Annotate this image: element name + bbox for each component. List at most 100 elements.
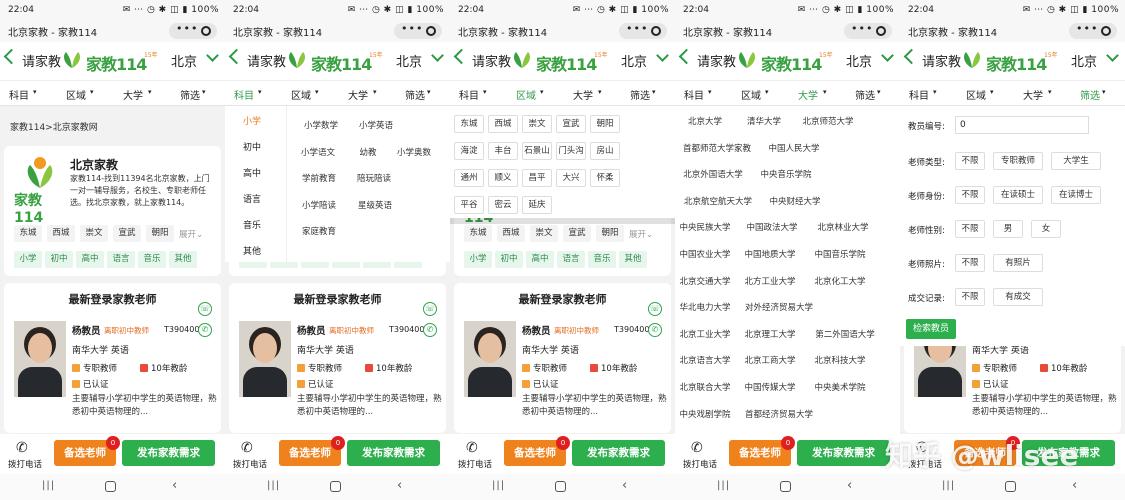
screen-option[interactable]: 在读博士 xyxy=(1051,186,1101,204)
grade-tag[interactable]: 语言 xyxy=(557,251,585,268)
filter-caret-icon[interactable]: ▾ xyxy=(540,88,544,96)
district-chip[interactable]: 石景山 xyxy=(522,142,552,160)
district-tag[interactable]: 东城 xyxy=(464,225,492,242)
phone-icon[interactable]: ✆ xyxy=(691,440,703,456)
expand-button[interactable]: 展开⌄ xyxy=(629,228,653,240)
filter-caret-icon[interactable]: ▾ xyxy=(1102,88,1106,96)
filter-caret-icon[interactable]: ▾ xyxy=(765,88,769,96)
filter-caret-icon[interactable]: ▾ xyxy=(33,88,37,96)
screen-option[interactable]: 男 xyxy=(993,220,1023,238)
grade-tag[interactable]: 高中 xyxy=(526,251,554,268)
university-chip[interactable]: 北京理工大学 xyxy=(740,326,800,345)
university-chip[interactable]: 北京航空航天大学 xyxy=(679,193,757,212)
filter-caret-icon[interactable]: ▾ xyxy=(598,88,602,96)
back-icon[interactable] xyxy=(228,48,245,65)
call-label[interactable]: 拨打电话 xyxy=(233,458,267,470)
call-label[interactable]: 拨打电话 xyxy=(458,458,492,470)
filter-2[interactable]: 大学 xyxy=(573,87,593,102)
university-chip[interactable]: 北京联合大学 xyxy=(679,380,731,398)
subject-chip[interactable]: 陪玩陪读 xyxy=(350,171,398,189)
recents-icon[interactable]: ||| xyxy=(42,480,55,491)
subject-chip[interactable]: 小学英语 xyxy=(350,118,402,136)
subject-level-item[interactable]: 音乐 xyxy=(243,218,261,231)
subject-level-item[interactable]: 语言 xyxy=(243,192,261,205)
district-tag[interactable]: 西城 xyxy=(47,225,75,242)
district-tag[interactable]: 宣武 xyxy=(113,225,141,242)
home-icon[interactable] xyxy=(555,481,566,492)
university-chip[interactable]: 中央戏剧学院 xyxy=(679,406,731,425)
back-nav-icon[interactable]: ‹ xyxy=(1072,478,1077,493)
university-chip[interactable]: 北京工商大学 xyxy=(740,353,800,372)
district-tag[interactable]: 朝阳 xyxy=(596,225,624,242)
university-chip[interactable]: 中国农业大学 xyxy=(679,247,731,265)
call-label[interactable]: 拨打电话 xyxy=(683,458,717,470)
university-chip[interactable]: 中国人民大学 xyxy=(764,140,824,159)
close-mini-icon[interactable] xyxy=(426,26,436,36)
filter-caret-icon[interactable]: ▾ xyxy=(258,88,262,96)
district-tag[interactable]: 东城 xyxy=(14,225,42,242)
district-chip[interactable]: 大兴 xyxy=(556,169,586,187)
call-label[interactable]: 拨打电话 xyxy=(8,458,42,470)
district-chip[interactable]: 丰台 xyxy=(488,142,518,160)
capsule-menu[interactable]: ••• xyxy=(169,22,217,39)
filter-2[interactable]: 大学 xyxy=(1023,87,1043,102)
wechat-float-icon[interactable]: ✆ xyxy=(423,323,437,337)
back-nav-icon[interactable]: ‹ xyxy=(172,478,177,493)
recents-icon[interactable]: ||| xyxy=(717,480,730,491)
university-chip[interactable]: 中国地质大学 xyxy=(740,247,800,265)
expand-button[interactable]: 展开⌄ xyxy=(179,228,203,240)
chevron-down-icon[interactable] xyxy=(206,49,219,62)
subject-chip[interactable]: 星级英语 xyxy=(350,198,400,216)
filter-caret-icon[interactable]: ▾ xyxy=(315,88,319,96)
district-tag[interactable]: 崇文 xyxy=(80,225,108,242)
back-icon[interactable] xyxy=(678,48,695,65)
grade-tag[interactable]: 语言 xyxy=(107,251,135,268)
university-chip[interactable]: 中国传媒大学 xyxy=(740,380,800,398)
back-nav-icon[interactable]: ‹ xyxy=(397,478,402,493)
home-icon[interactable] xyxy=(330,481,341,492)
capsule-menu[interactable]: ••• xyxy=(1069,22,1117,39)
university-chip[interactable]: 中央音乐学院 xyxy=(756,167,816,186)
district-chip[interactable]: 延庆 xyxy=(522,196,552,214)
university-chip[interactable]: 第二外国语大学 xyxy=(809,326,881,345)
recents-icon[interactable]: ||| xyxy=(942,480,955,491)
university-chip[interactable]: 北京科技大学 xyxy=(809,353,871,372)
screen-option[interactable]: 不限 xyxy=(955,186,985,204)
phone-icon[interactable]: ✆ xyxy=(16,440,28,456)
teacher-intro[interactable]: 主要辅导小学初中学生的英语物理，熟悉初中英语物理的... xyxy=(522,393,667,419)
back-icon[interactable] xyxy=(3,48,20,65)
grade-tag[interactable]: 其他 xyxy=(169,251,197,268)
home-icon[interactable] xyxy=(105,481,116,492)
screen-option[interactable]: 不限 xyxy=(955,288,985,306)
subject-chip[interactable]: 小学陪读 xyxy=(295,198,343,216)
university-chip[interactable]: 北京交通大学 xyxy=(679,273,731,292)
district-chip[interactable]: 顺义 xyxy=(488,169,518,187)
filter-3[interactable]: 筛选 xyxy=(180,87,200,102)
publish-button[interactable]: 发布家教需求 xyxy=(122,440,215,466)
university-chip[interactable]: 首都师范大学家教 xyxy=(679,140,755,159)
city-selector[interactable]: 北京 xyxy=(396,51,422,70)
district-chip[interactable]: 海淀 xyxy=(454,142,484,160)
filter-0[interactable]: 科目 xyxy=(684,87,704,102)
teacher-avatar[interactable] xyxy=(239,321,291,397)
subject-chip[interactable]: 幼教 xyxy=(350,145,386,163)
university-chip[interactable]: 北京外国语大学 xyxy=(679,167,747,186)
capsule-menu[interactable]: ••• xyxy=(844,22,892,39)
phone-icon[interactable]: ✆ xyxy=(241,440,253,456)
screen-option[interactable]: 在读硕士 xyxy=(993,186,1043,204)
district-tag[interactable]: 朝阳 xyxy=(146,225,174,242)
back-nav-icon[interactable]: ‹ xyxy=(622,478,627,493)
id-input[interactable]: 0 xyxy=(955,116,1089,134)
university-chip[interactable]: 北京林业大学 xyxy=(813,220,873,239)
teacher-intro[interactable]: 主要辅导小学初中学生的英语物理，熟悉初中英语物理的... xyxy=(297,393,442,419)
screen-option[interactable]: 大学生 xyxy=(1051,152,1101,170)
district-tag[interactable]: 西城 xyxy=(497,225,525,242)
search-teacher-button[interactable]: 检索教员 xyxy=(906,319,956,339)
filter-caret-icon[interactable]: ▾ xyxy=(877,88,881,96)
filter-3[interactable]: 筛选 xyxy=(855,87,875,102)
university-chip[interactable]: 中央财经大学 xyxy=(766,193,824,212)
university-chip[interactable]: 中央民族大学 xyxy=(679,220,731,239)
teacher-name[interactable]: 杨教员 xyxy=(297,323,326,337)
district-chip[interactable]: 宣武 xyxy=(556,115,586,133)
university-chip[interactable]: 北方工业大学 xyxy=(740,273,800,292)
